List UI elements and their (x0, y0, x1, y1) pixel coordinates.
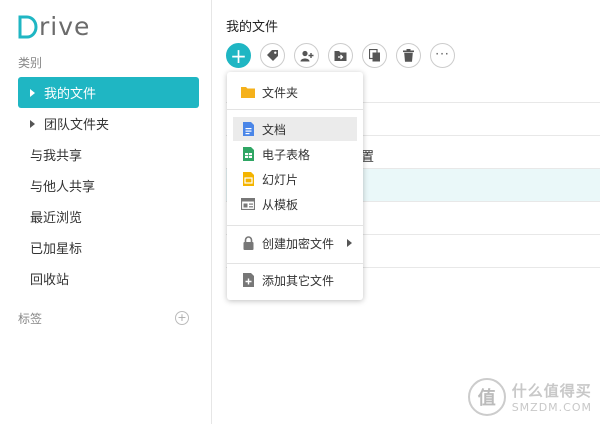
template-icon (241, 197, 255, 211)
menu-item-label: 幻灯片 (262, 172, 299, 187)
caret-right-icon[interactable] (30, 88, 35, 97)
document-icon (241, 122, 255, 136)
app-logo-text: rive (39, 12, 91, 41)
caret-right-icon[interactable] (30, 119, 35, 128)
menu-item-label: 创建加密文件 (262, 236, 335, 251)
sidebar-item-label: 与我共享 (30, 149, 83, 164)
menu-item-label: 电子表格 (262, 147, 311, 162)
sidebar-item-team-folders[interactable]: 团队文件夹 (18, 108, 199, 139)
menu-item-slides[interactable]: 幻灯片 (233, 167, 357, 191)
toolbar: + ··· (226, 43, 455, 68)
more-button[interactable]: ··· (430, 43, 455, 68)
menu-divider (227, 109, 363, 110)
sidebar-item-shared-with-me[interactable]: 与我共享 (18, 139, 199, 170)
menu-item-label: 添加其它文件 (262, 273, 335, 288)
trash-icon (403, 49, 414, 62)
page-title: 我的文件 (226, 20, 279, 35)
add-tag-button[interactable]: + (175, 311, 189, 325)
sidebar-item-starred[interactable]: 已加星标 (18, 232, 199, 263)
folder-icon (241, 85, 255, 99)
menu-item-folder[interactable]: 文件夹 (233, 80, 357, 104)
tag-icon (267, 50, 278, 61)
tags-label: 标签 (18, 312, 43, 326)
app-logo[interactable]: rive (18, 12, 90, 42)
menu-item-create-encrypted[interactable]: 创建加密文件 (233, 231, 357, 255)
sidebar-item-label: 已加星标 (30, 242, 83, 257)
menu-divider (227, 263, 363, 264)
menu-item-document[interactable]: 文档 (233, 117, 357, 141)
sidebar-item-my-files[interactable]: 我的文件 (18, 77, 199, 108)
menu-item-label: 文件夹 (262, 85, 299, 100)
new-button[interactable]: + (226, 43, 251, 68)
sidebar-item-label: 团队文件夹 (44, 118, 110, 133)
spreadsheet-icon (241, 147, 255, 161)
menu-item-label: 从模板 (262, 197, 299, 212)
add-collaborator-button[interactable] (294, 43, 319, 68)
menu-item-label: 文档 (262, 122, 287, 137)
slides-icon (241, 172, 255, 186)
add-person-icon (300, 50, 313, 61)
new-menu: 文件夹 文档 电子表格 幻灯片 从模板 创建加密文件 添加其它文件 (227, 72, 363, 300)
add-file-icon (241, 273, 255, 287)
watermark-url: SMZDM.COM (511, 401, 592, 414)
menu-divider (227, 225, 363, 226)
delete-button[interactable] (396, 43, 421, 68)
category-label: 类别 (18, 56, 43, 70)
lock-icon (241, 236, 255, 250)
copy-icon (368, 49, 380, 62)
menu-item-add-other-file[interactable]: 添加其它文件 (233, 268, 357, 292)
sidebar-item-label: 与他人共享 (30, 180, 96, 195)
watermark: 值 什么值得买 SMZDM.COM (467, 378, 592, 416)
watermark-logo-icon: 值 (467, 378, 506, 416)
sidebar-item-label: 最近浏览 (30, 211, 83, 226)
submenu-arrow-icon (347, 239, 352, 247)
sidebar-item-label: 回收站 (30, 273, 70, 288)
drive-logo-icon (18, 15, 38, 39)
sidebar-item-recent[interactable]: 最近浏览 (18, 201, 199, 232)
sidebar-item-shared-with-others[interactable]: 与他人共享 (18, 170, 199, 201)
sidebar-item-label: 我的文件 (44, 87, 97, 102)
menu-item-from-template[interactable]: 从模板 (233, 192, 357, 216)
move-to-folder-icon (334, 50, 347, 61)
move-button[interactable] (328, 43, 353, 68)
sidebar: rive 类别 我的文件 团队文件夹 与我共享 与他人共享 最近浏览 已加星标 … (0, 0, 212, 424)
more-icon: ··· (435, 46, 450, 61)
menu-item-spreadsheet[interactable]: 电子表格 (233, 142, 357, 166)
copy-button[interactable] (362, 43, 387, 68)
watermark-text: 什么值得买 (511, 382, 592, 400)
sidebar-item-trash[interactable]: 回收站 (18, 263, 199, 294)
tag-button[interactable] (260, 43, 285, 68)
